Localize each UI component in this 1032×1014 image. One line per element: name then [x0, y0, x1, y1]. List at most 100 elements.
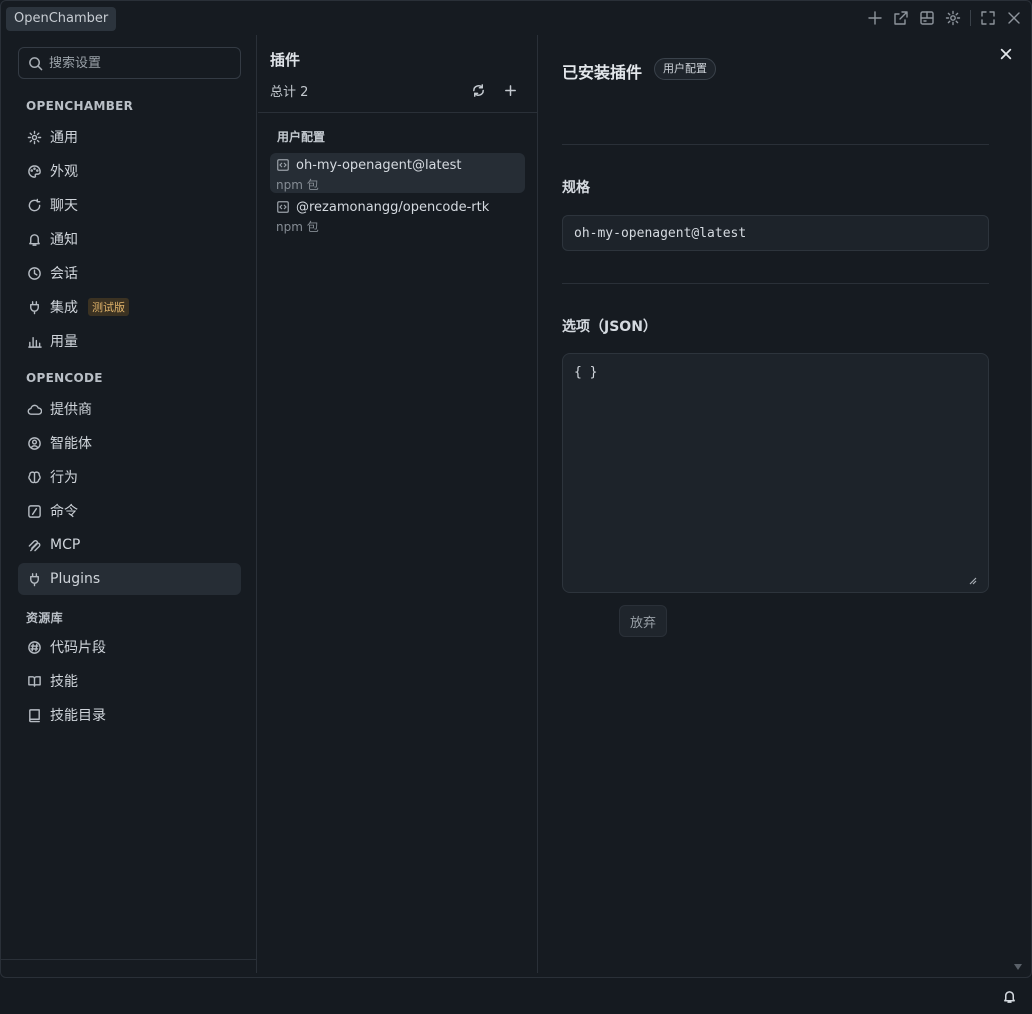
detail-title: 已安装插件	[562, 63, 643, 82]
status-bar	[0, 978, 1032, 1014]
sidebar-item-label: 用量	[50, 334, 78, 350]
sidebar-item-providers[interactable]: 提供商	[18, 393, 241, 425]
divider	[258, 112, 537, 113]
plus-icon	[504, 84, 516, 96]
brain-icon	[26, 469, 42, 485]
search-input[interactable]	[49, 55, 229, 71]
spec-input[interactable]	[562, 215, 989, 251]
divider	[562, 144, 989, 145]
plugin-meta: npm 包	[276, 178, 319, 192]
separator	[970, 10, 971, 26]
code-file-icon	[277, 201, 289, 213]
section-title-library: 资源库	[26, 611, 63, 625]
mcp-icon	[26, 537, 42, 553]
sidebar-item-label: 技能	[50, 674, 78, 690]
sidebar-item-chat[interactable]: 聊天	[18, 189, 241, 221]
sidebar-item-appearance[interactable]: 外观	[18, 155, 241, 187]
sidebar-item-label: 智能体	[50, 436, 92, 452]
sidebar-item-label: 技能目录	[50, 708, 106, 724]
clock-icon	[26, 265, 42, 281]
sidebar-item-label: 外观	[50, 164, 78, 180]
sidebar-item-commands[interactable]: 命令	[18, 495, 241, 527]
sidebar-item-label: 通知	[50, 232, 78, 248]
window-tab[interactable]: OpenChamber	[6, 7, 117, 31]
plugin-name: oh-my-openagent@latest	[296, 157, 462, 173]
search-icon	[29, 56, 43, 70]
external-link-icon[interactable]	[892, 9, 910, 27]
sidebar-item-general[interactable]: 通用	[18, 121, 241, 153]
plugin-meta: npm 包	[276, 220, 319, 234]
palette-icon	[26, 163, 42, 179]
sidebar-item-label: 代码片段	[50, 640, 106, 656]
sidebar-item-mcp[interactable]: MCP	[18, 529, 241, 561]
beta-badge: 测试版	[88, 298, 129, 316]
sidebar-item-label: MCP	[50, 537, 81, 553]
sidebar-item-label: 通用	[50, 130, 78, 146]
fullscreen-icon[interactable]	[979, 9, 997, 27]
scroll-down-icon[interactable]	[1014, 964, 1022, 970]
options-json-editor[interactable]: { }	[562, 353, 989, 593]
window-controls	[866, 9, 1023, 27]
panel-actions	[469, 81, 519, 99]
hash-icon	[26, 639, 42, 655]
plugin-name: @rezamonangg/opencode-rtk	[296, 199, 490, 215]
divider	[1, 959, 257, 960]
add-plugin-button[interactable]	[501, 81, 519, 99]
bell-icon	[1004, 991, 1015, 1003]
sidebar-item-plugins[interactable]: Plugins	[18, 563, 241, 595]
chat-refresh-icon	[26, 197, 42, 213]
sidebar-item-integrations[interactable]: 集成 测试版	[18, 291, 241, 323]
close-icon[interactable]	[1005, 9, 1023, 27]
panel-title: 插件	[270, 51, 301, 69]
search-box[interactable]	[18, 47, 241, 79]
plugin-list-panel: 插件 总计 2 用户配置 oh-my-openagent@latest npm …	[258, 35, 538, 973]
sidebar-item-behavior[interactable]: 行为	[18, 461, 241, 493]
group-label: 用户配置	[277, 130, 326, 144]
gear-icon	[26, 129, 42, 145]
sidebar-item-notifications[interactable]: 通知	[18, 223, 241, 255]
app-window: OpenChamber OPENCHAMBER 通用 外观 聊天	[0, 0, 1032, 978]
resize-handle-icon[interactable]	[967, 570, 977, 585]
plugin-list-item[interactable]: @rezamonangg/opencode-rtk npm 包	[270, 195, 525, 235]
spec-label: 规格	[562, 180, 590, 196]
close-icon	[1000, 48, 1012, 60]
robot-face-icon	[26, 435, 42, 451]
sidebar-item-label: 命令	[50, 504, 78, 520]
gear-icon[interactable]	[944, 9, 962, 27]
settings-sidebar: OPENCHAMBER 通用 外观 聊天 通知 会话 集成 测试版 用量	[1, 35, 257, 973]
scope-badge: 用户配置	[654, 58, 716, 80]
slash-command-icon	[26, 503, 42, 519]
sidebar-item-label: Plugins	[50, 571, 101, 587]
notification-button[interactable]	[1002, 989, 1018, 1005]
refresh-button[interactable]	[469, 81, 487, 99]
book-open-icon	[26, 673, 42, 689]
sidebar-item-skills-catalog[interactable]: 技能目录	[18, 699, 241, 731]
discard-button[interactable]: 放弃	[619, 605, 668, 637]
bar-chart-icon	[26, 333, 42, 349]
cloud-icon	[26, 401, 42, 417]
plugin-detail-panel: 已安装插件 用户配置 规格 选项（JSON） { } 放弃	[539, 35, 1031, 973]
title-bar: OpenChamber	[1, 1, 1031, 35]
sidebar-item-skills[interactable]: 技能	[18, 665, 241, 697]
code-file-icon	[277, 159, 289, 171]
refresh-icon	[472, 83, 484, 97]
divider	[562, 283, 989, 284]
save-button[interactable]	[562, 605, 606, 637]
bell-icon	[26, 231, 42, 247]
close-detail-button[interactable]	[997, 45, 1015, 63]
sidebar-item-label: 提供商	[50, 402, 92, 418]
sidebar-item-label: 会话	[50, 266, 78, 282]
plugin-list-item[interactable]: oh-my-openagent@latest npm 包	[270, 153, 525, 193]
sidebar-item-label: 行为	[50, 470, 78, 486]
plug-icon	[26, 299, 42, 315]
sidebar-item-snippets[interactable]: 代码片段	[18, 631, 241, 663]
plus-icon[interactable]	[866, 9, 884, 27]
options-label: 选项（JSON）	[562, 319, 657, 335]
sidebar-item-usage[interactable]: 用量	[18, 325, 241, 357]
sidebar-item-label: 集成	[50, 300, 78, 316]
sidebar-item-label: 聊天	[50, 198, 78, 214]
layout-icon[interactable]	[918, 9, 936, 27]
sidebar-item-agents[interactable]: 智能体	[18, 427, 241, 459]
sidebar-item-sessions[interactable]: 会话	[18, 257, 241, 289]
section-title-opencode: OPENCODE	[26, 371, 103, 385]
